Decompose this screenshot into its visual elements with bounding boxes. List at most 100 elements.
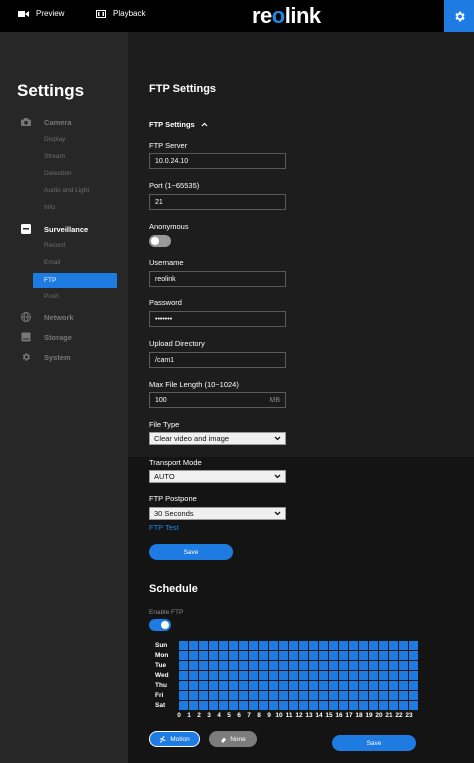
- schedule-cell[interactable]: [309, 670, 318, 680]
- schedule-cell[interactable]: [239, 670, 248, 680]
- schedule-cell[interactable]: [379, 640, 388, 650]
- schedule-cell[interactable]: [229, 700, 238, 710]
- schedule-cell[interactable]: [379, 700, 388, 710]
- schedule-cell[interactable]: [179, 660, 188, 670]
- save-button[interactable]: Save: [149, 544, 233, 560]
- schedule-cell[interactable]: [289, 640, 298, 650]
- schedule-cell[interactable]: [349, 660, 358, 670]
- schedule-cell[interactable]: [389, 640, 398, 650]
- schedule-cell[interactable]: [259, 680, 268, 690]
- password-input[interactable]: •••••••: [149, 311, 286, 327]
- schedule-cell[interactable]: [269, 660, 278, 670]
- schedule-cell[interactable]: [359, 690, 368, 700]
- schedule-cell[interactable]: [369, 690, 378, 700]
- schedule-cell[interactable]: [199, 650, 208, 660]
- schedule-cell[interactable]: [299, 660, 308, 670]
- schedule-cell[interactable]: [229, 640, 238, 650]
- schedule-cell[interactable]: [399, 700, 408, 710]
- schedule-cell[interactable]: [179, 650, 188, 660]
- schedule-cell[interactable]: [339, 670, 348, 680]
- schedule-cell[interactable]: [249, 650, 258, 660]
- sidebar-item-detection[interactable]: Detection: [44, 170, 71, 177]
- schedule-cell[interactable]: [349, 640, 358, 650]
- schedule-cell[interactable]: [219, 700, 228, 710]
- schedule-cell[interactable]: [359, 650, 368, 660]
- schedule-cell[interactable]: [329, 680, 338, 690]
- schedule-cell[interactable]: [349, 700, 358, 710]
- schedule-cell[interactable]: [259, 660, 268, 670]
- schedule-cell[interactable]: [219, 670, 228, 680]
- schedule-cell[interactable]: [329, 640, 338, 650]
- schedule-cell[interactable]: [289, 680, 298, 690]
- schedule-cell[interactable]: [389, 660, 398, 670]
- motion-button[interactable]: Motion: [149, 731, 200, 747]
- schedule-cell[interactable]: [389, 680, 398, 690]
- schedule-cell[interactable]: [299, 680, 308, 690]
- schedule-cell[interactable]: [279, 690, 288, 700]
- schedule-cell[interactable]: [359, 680, 368, 690]
- sidebar-item-email[interactable]: Email: [44, 259, 60, 266]
- schedule-cell[interactable]: [399, 670, 408, 680]
- schedule-cell[interactable]: [309, 700, 318, 710]
- schedule-cell[interactable]: [239, 700, 248, 710]
- schedule-cell[interactable]: [209, 680, 218, 690]
- sidebar-item-ftp[interactable]: FTP: [33, 273, 117, 288]
- schedule-cell[interactable]: [209, 640, 218, 650]
- schedule-cell[interactable]: [329, 660, 338, 670]
- schedule-cell[interactable]: [399, 680, 408, 690]
- schedule-cell[interactable]: [259, 700, 268, 710]
- schedule-cell[interactable]: [189, 690, 198, 700]
- schedule-cell[interactable]: [239, 690, 248, 700]
- schedule-cell[interactable]: [319, 670, 328, 680]
- schedule-cell[interactable]: [269, 680, 278, 690]
- schedule-cell[interactable]: [329, 670, 338, 680]
- schedule-cell[interactable]: [199, 690, 208, 700]
- port-input[interactable]: 21: [149, 194, 286, 210]
- sidebar-item-network[interactable]: Network: [20, 311, 74, 323]
- preview-button[interactable]: Preview: [18, 9, 64, 18]
- sidebar-item-info[interactable]: Info: [44, 204, 55, 211]
- schedule-cell[interactable]: [389, 670, 398, 680]
- schedule-cell[interactable]: [359, 670, 368, 680]
- schedule-cell[interactable]: [209, 670, 218, 680]
- schedule-cell[interactable]: [319, 650, 328, 660]
- sidebar-item-audio-light[interactable]: Audio and Light: [44, 187, 89, 194]
- schedule-cell[interactable]: [369, 700, 378, 710]
- schedule-cell[interactable]: [239, 640, 248, 650]
- schedule-cell[interactable]: [369, 670, 378, 680]
- schedule-cell[interactable]: [299, 670, 308, 680]
- ftp-settings-collapse-toggle[interactable]: FTP Settings: [149, 120, 208, 129]
- schedule-cell[interactable]: [319, 640, 328, 650]
- schedule-cell[interactable]: [219, 640, 228, 650]
- schedule-cell[interactable]: [249, 700, 258, 710]
- schedule-cell[interactable]: [219, 680, 228, 690]
- schedule-cell[interactable]: [369, 660, 378, 670]
- schedule-cell[interactable]: [339, 650, 348, 660]
- schedule-cell[interactable]: [249, 690, 258, 700]
- enable-ftp-toggle[interactable]: [149, 619, 171, 631]
- schedule-cell[interactable]: [239, 680, 248, 690]
- settings-button[interactable]: [444, 0, 474, 32]
- schedule-cell[interactable]: [309, 660, 318, 670]
- schedule-cell[interactable]: [359, 640, 368, 650]
- schedule-cell[interactable]: [229, 690, 238, 700]
- schedule-cell[interactable]: [399, 640, 408, 650]
- schedule-cell[interactable]: [329, 650, 338, 660]
- schedule-cell[interactable]: [279, 670, 288, 680]
- schedule-cell[interactable]: [219, 690, 228, 700]
- schedule-cell[interactable]: [359, 700, 368, 710]
- schedule-cell[interactable]: [409, 640, 418, 650]
- schedule-cell[interactable]: [229, 660, 238, 670]
- schedule-cell[interactable]: [409, 700, 418, 710]
- playback-button[interactable]: Playback: [96, 9, 145, 18]
- ftp-server-input[interactable]: 10.0.24.10: [149, 153, 286, 169]
- schedule-cell[interactable]: [179, 680, 188, 690]
- upload-directory-input[interactable]: /cam1: [149, 352, 286, 368]
- schedule-cell[interactable]: [179, 670, 188, 680]
- schedule-cell[interactable]: [249, 640, 258, 650]
- ftp-test-link[interactable]: FTP Test: [149, 523, 179, 532]
- transport-mode-select[interactable]: AUTO: [149, 470, 286, 483]
- schedule-cell[interactable]: [319, 700, 328, 710]
- sidebar-item-display[interactable]: Display: [44, 136, 65, 143]
- schedule-cell[interactable]: [249, 660, 258, 670]
